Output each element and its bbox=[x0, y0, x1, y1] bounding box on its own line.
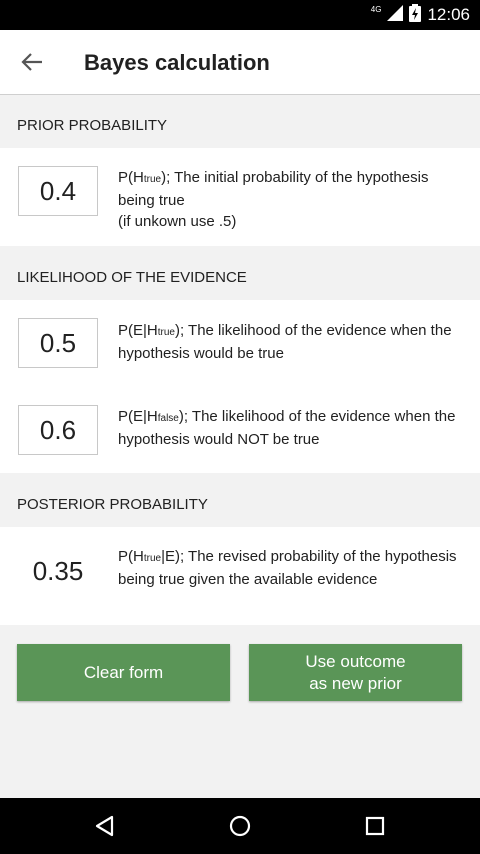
page-title: Bayes calculation bbox=[84, 50, 270, 75]
prior-section-header: PRIOR PROBABILITY bbox=[0, 99, 480, 151]
posterior-value: 0.35 bbox=[32, 555, 84, 586]
likelihood-true-description: P(E|Htrue); The likelihood of the eviden… bbox=[118, 322, 452, 362]
prior-description: P(Htrue); The initial probability of the… bbox=[118, 169, 429, 230]
arrow-back-icon[interactable] bbox=[14, 44, 50, 80]
clear-form-button[interactable]: Clear form bbox=[17, 644, 230, 701]
posterior-card: 0.35 P(Htrue|E); The revised probability… bbox=[0, 527, 480, 625]
likelihood-false-description: P(E|Hfalse); The likelihood of the evide… bbox=[118, 408, 456, 448]
likelihood-false-input[interactable]: 0.6 bbox=[18, 405, 98, 455]
status-icons: 4G 12:06 bbox=[371, 0, 470, 30]
home-circle-icon[interactable] bbox=[224, 810, 256, 842]
battery-icon bbox=[409, 3, 422, 27]
likelihood-section-header: LIKELIHOOD OF THE EVIDENCE bbox=[0, 251, 480, 303]
use-outcome-button[interactable]: Use outcome as new prior bbox=[249, 644, 462, 701]
status-time: 12:06 bbox=[427, 5, 470, 24]
posterior-section-header: POSTERIOR PROBABILITY bbox=[0, 478, 480, 530]
back-triangle-icon[interactable] bbox=[89, 810, 121, 842]
network-label: 4G bbox=[370, 4, 382, 14]
recents-square-icon[interactable] bbox=[359, 810, 391, 842]
prior-card: 0.4 P(Htrue); The initial probability of… bbox=[0, 148, 480, 246]
likelihood-card: 0.5 P(E|Htrue); The likelihood of the ev… bbox=[0, 300, 480, 473]
navigation-bar bbox=[0, 798, 480, 854]
posterior-description: P(Htrue|E); The revised probability of t… bbox=[118, 548, 457, 588]
signal-icon bbox=[387, 4, 404, 26]
status-bar: 4G 12:06 bbox=[0, 0, 480, 30]
prior-input[interactable]: 0.4 bbox=[18, 166, 98, 216]
app-bar: Bayes calculation bbox=[0, 30, 480, 95]
prior-note: (if unkown use .5) bbox=[118, 213, 237, 230]
likelihood-true-input[interactable]: 0.5 bbox=[18, 318, 98, 368]
